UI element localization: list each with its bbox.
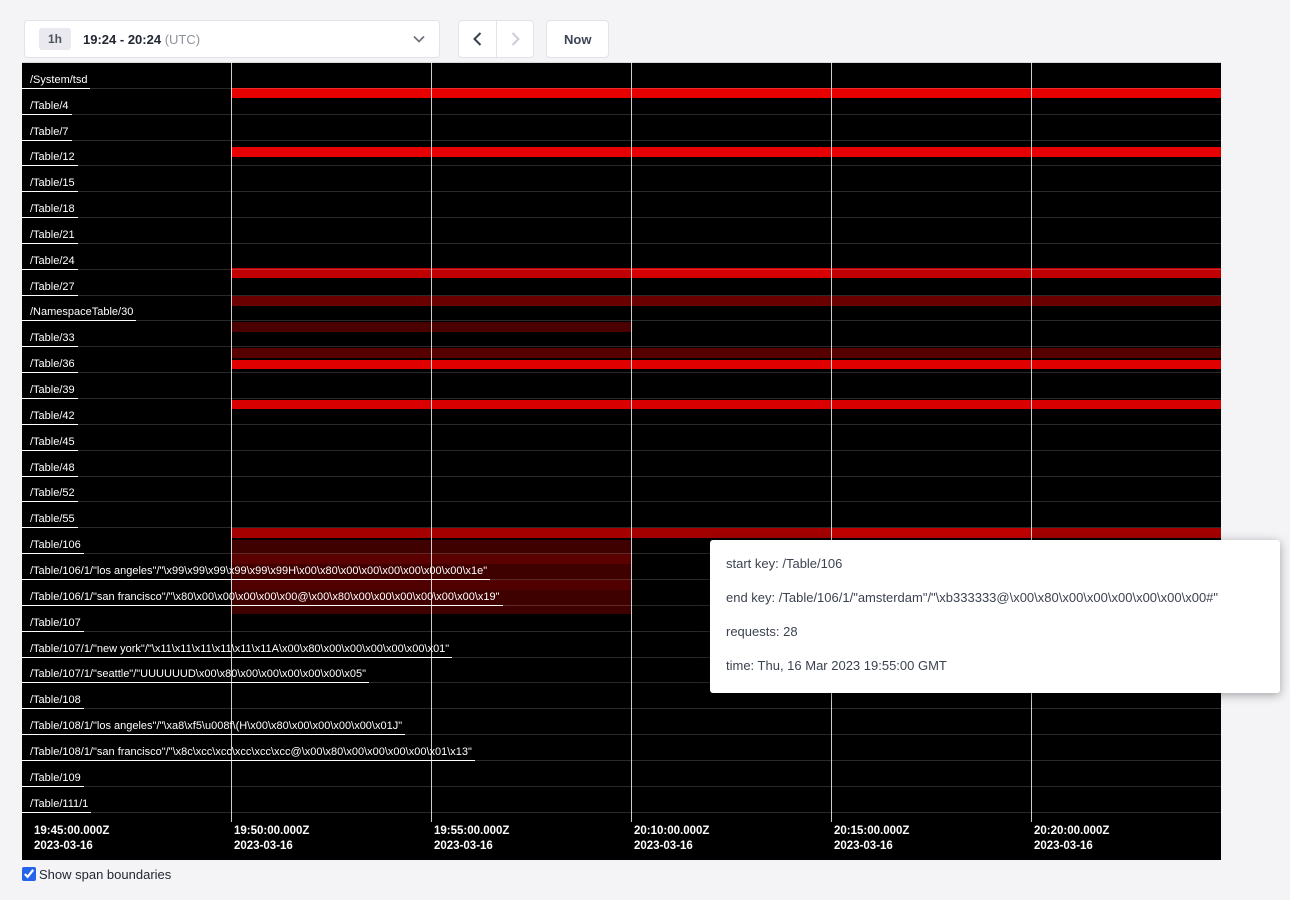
- range-value: 19:24 - 20:24: [83, 32, 161, 47]
- tooltip-line: start key: /Table/106: [726, 556, 1264, 571]
- span-label: /Table/111/1: [22, 798, 91, 813]
- time-nav-group: [458, 20, 534, 58]
- span-label: /Table/108: [22, 694, 84, 709]
- span-label: /Table/27: [22, 281, 78, 296]
- prev-time-button[interactable]: [458, 20, 496, 58]
- span-label: /Table/12: [22, 151, 78, 166]
- span-label: /Table/106: [22, 539, 84, 554]
- span-row[interactable]: /Table/52: [22, 477, 1221, 503]
- chevron-left-icon: [473, 32, 482, 46]
- time-range-dropdown[interactable]: 1h 19:24 - 20:24 (UTC): [24, 20, 440, 58]
- axis-tick: 19:50:00.000Z2023-03-16: [231, 824, 309, 854]
- span-label: /Table/108/1/"san francisco"/"\x8c\xcc\x…: [22, 746, 475, 761]
- span-row[interactable]: /Table/42: [22, 399, 1221, 425]
- hover-tooltip: start key: /Table/106 end key: /Table/106…: [710, 540, 1280, 693]
- span-row[interactable]: /Table/15: [22, 166, 1221, 192]
- span-label: /Table/7: [22, 126, 72, 141]
- span-label: /Table/24: [22, 255, 78, 270]
- show-span-boundaries-checkbox[interactable]: [22, 867, 36, 881]
- span-row[interactable]: /Table/111/1: [22, 787, 1221, 813]
- range-text: 19:24 - 20:24 (UTC): [83, 32, 200, 47]
- key-visualizer-canvas[interactable]: start key: /Table/106end key: /Table/106…: [22, 62, 1221, 860]
- axis-tick: 20:10:00.000Z2023-03-16: [631, 824, 709, 854]
- span-row[interactable]: /Table/33: [22, 322, 1221, 348]
- show-span-boundaries-label: Show span boundaries: [39, 867, 171, 882]
- span-row[interactable]: /Table/24: [22, 244, 1221, 270]
- span-label: /Table/45: [22, 436, 78, 451]
- axis-tick: 19:45:00.000Z2023-03-16: [31, 824, 109, 854]
- span-row[interactable]: /Table/7: [22, 115, 1221, 141]
- span-row[interactable]: /Table/27: [22, 270, 1221, 296]
- span-label: /Table/39: [22, 384, 78, 399]
- span-label: /NamespaceTable/30: [22, 306, 136, 321]
- span-row[interactable]: /Table/55: [22, 502, 1221, 528]
- span-label: /Table/15: [22, 177, 78, 192]
- next-time-button[interactable]: [496, 20, 534, 58]
- span-label: /Table/108/1/"los angeles"/"\xa8\xf5\u00…: [22, 720, 405, 735]
- span-row[interactable]: /System/tsd: [22, 63, 1221, 89]
- span-label: /Table/107/1/"seattle"/"UUUUUUD\x00\x80\…: [22, 668, 369, 683]
- span-label: /Table/4: [22, 100, 72, 115]
- span-row[interactable]: /Table/18: [22, 192, 1221, 218]
- span-row[interactable]: /Table/45: [22, 425, 1221, 451]
- span-label: /Table/107/1/"new york"/"\x11\x11\x11\x1…: [22, 643, 452, 658]
- span-label: /Table/33: [22, 332, 78, 347]
- span-label: /Table/36: [22, 358, 78, 373]
- span-label: /Table/52: [22, 487, 78, 502]
- span-label: /Table/106/1/"san francisco"/"\x80\x00\x…: [22, 591, 503, 606]
- span-label: /Table/109: [22, 772, 84, 787]
- axis-tick: 20:20:00.000Z2023-03-16: [1031, 824, 1109, 854]
- now-button[interactable]: Now: [546, 20, 609, 58]
- span-row[interactable]: /Table/4: [22, 89, 1221, 115]
- span-label: /Table/42: [22, 410, 78, 425]
- span-row[interactable]: /Table/12: [22, 141, 1221, 167]
- span-row[interactable]: /Table/36: [22, 347, 1221, 373]
- chevron-right-icon: [511, 32, 520, 46]
- span-row[interactable]: /Table/21: [22, 218, 1221, 244]
- span-label: /Table/21: [22, 229, 78, 244]
- toolbar: 1h 19:24 - 20:24 (UTC) Now: [24, 20, 609, 58]
- axis-tick: 19:55:00.000Z2023-03-16: [431, 824, 509, 854]
- span-label: /Table/107: [22, 617, 84, 632]
- range-duration-badge: 1h: [39, 28, 71, 50]
- span-row[interactable]: /NamespaceTable/30: [22, 296, 1221, 322]
- axis-tick: 20:15:00.000Z2023-03-16: [831, 824, 909, 854]
- show-span-boundaries-control[interactable]: Show span boundaries: [22, 867, 171, 882]
- span-row[interactable]: /Table/48: [22, 451, 1221, 477]
- chevron-down-icon: [413, 35, 425, 43]
- span-label: /Table/18: [22, 203, 78, 218]
- span-row[interactable]: /Table/39: [22, 373, 1221, 399]
- range-timezone: (UTC): [165, 32, 200, 47]
- span-row[interactable]: /Table/109: [22, 761, 1221, 787]
- tooltip-line: end key: /Table/106/1/"amsterdam"/"\xb33…: [726, 590, 1264, 605]
- span-label: /System/tsd: [22, 74, 90, 89]
- tooltip-line: requests: 28: [726, 624, 1264, 639]
- span-label: /Table/48: [22, 462, 78, 477]
- span-label: /Table/55: [22, 513, 78, 528]
- span-row[interactable]: /Table/108/1/"san francisco"/"\x8c\xcc\x…: [22, 735, 1221, 761]
- tooltip-line: time: Thu, 16 Mar 2023 19:55:00 GMT: [726, 658, 1264, 673]
- span-label: /Table/106/1/"los angeles"/"\x99\x99\x99…: [22, 565, 490, 580]
- span-row[interactable]: /Table/108/1/"los angeles"/"\xa8\xf5\u00…: [22, 709, 1221, 735]
